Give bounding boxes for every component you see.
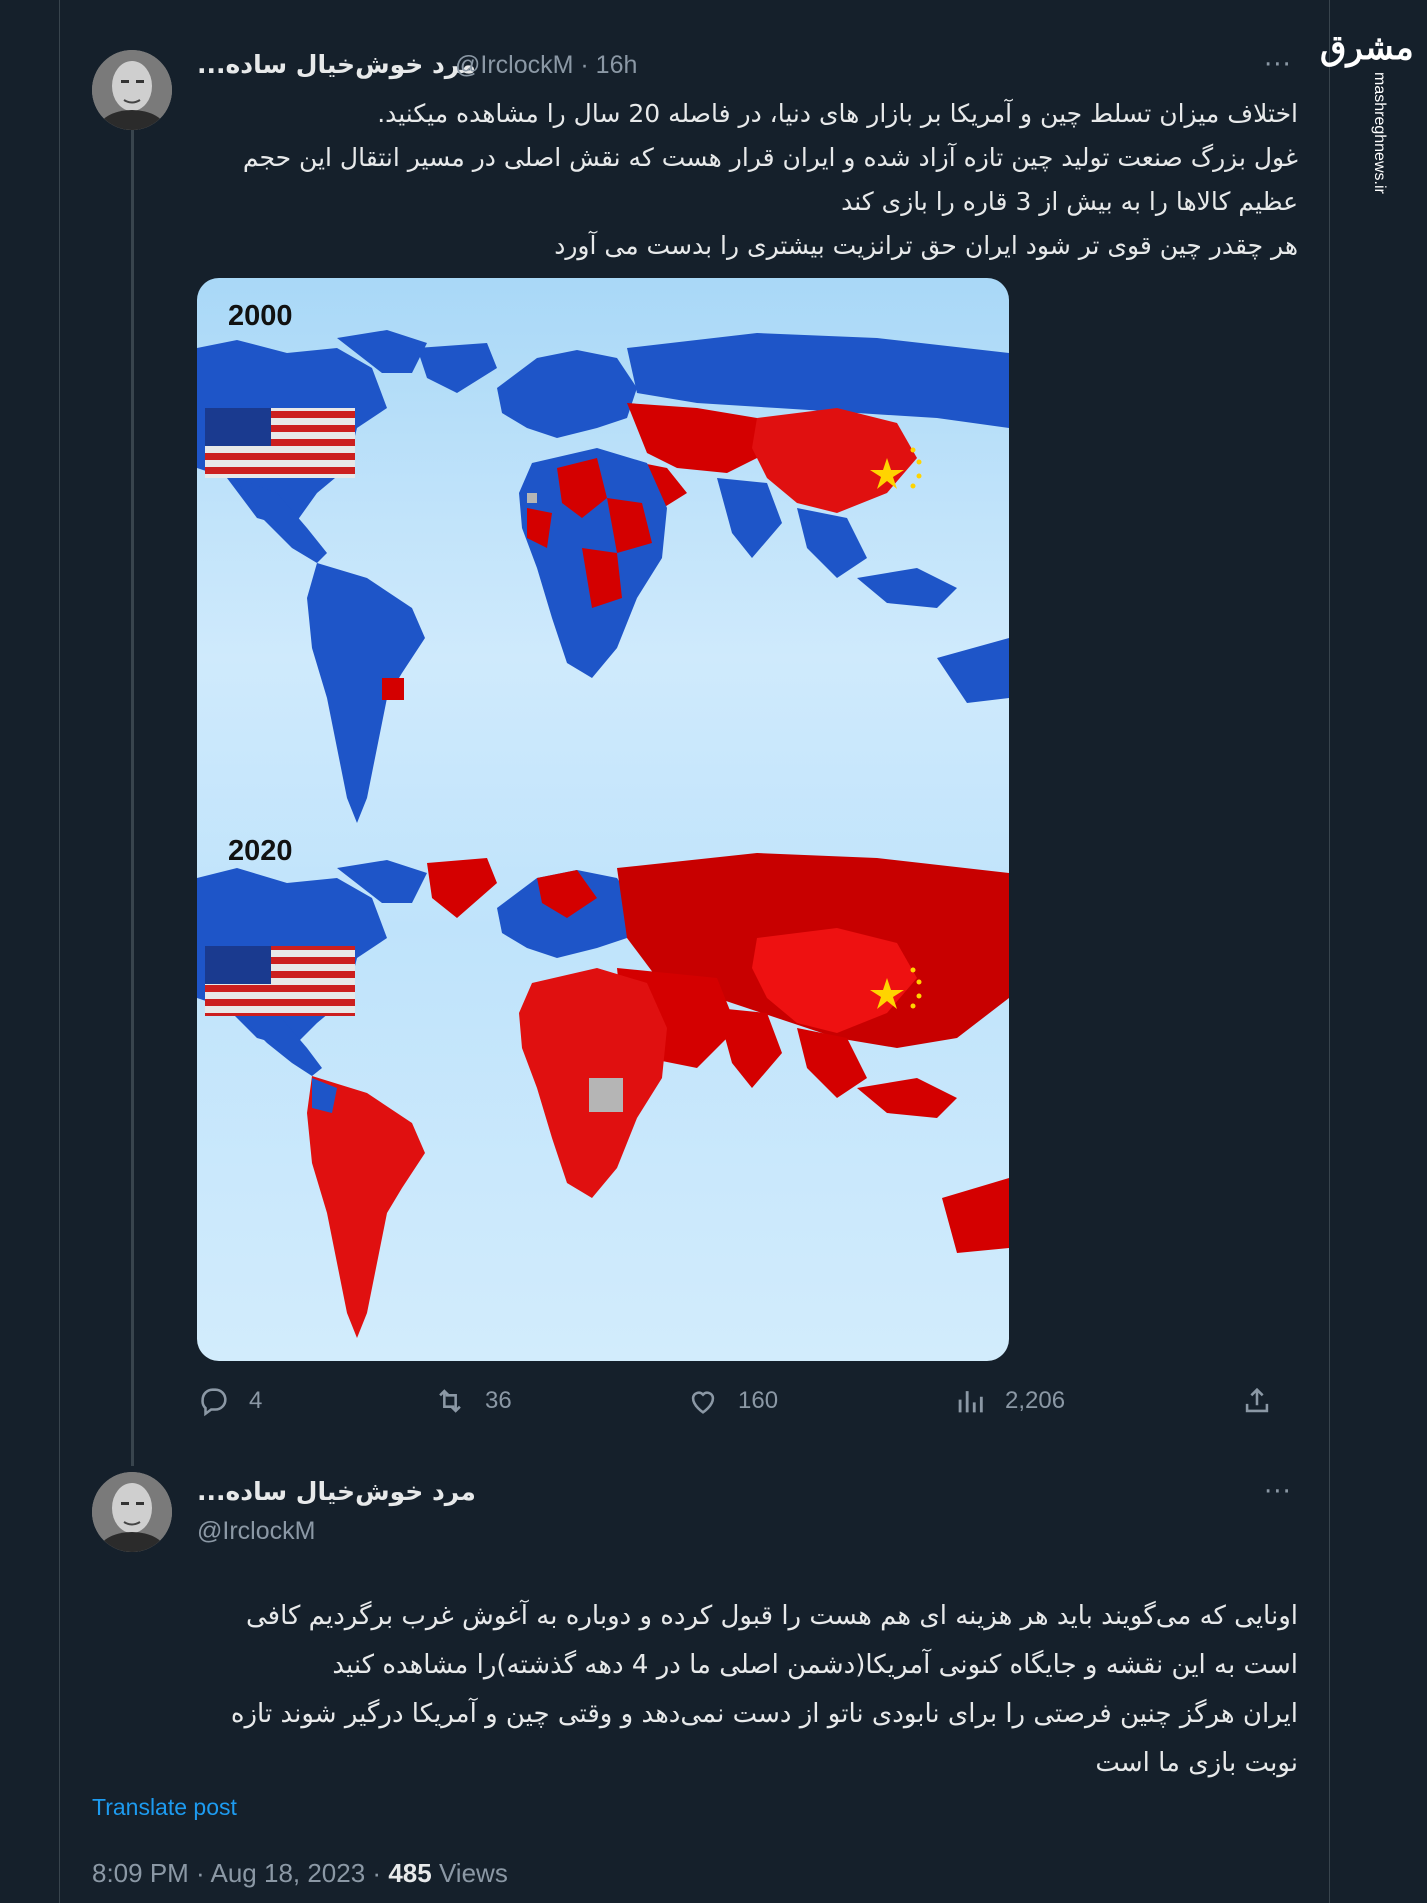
post-text-line: ایران هرگز چنین فرصتی را برای نابودی نات… <box>230 1699 1298 1729</box>
avatar[interactable] <box>92 1472 172 1552</box>
post-text: اونایی که می‌گویند باید هر هزینه ای هم ه… <box>98 1592 1298 1788</box>
author-handle[interactable]: @IrclockM · 16h <box>455 51 637 80</box>
map-illustration <box>197 330 1009 1338</box>
handle-text: @IrclockM <box>455 51 574 79</box>
map-2000 <box>197 330 1009 823</box>
post-text-line: اختلاف میزان تسلط چین و آمریکا بر بازار … <box>377 99 1298 128</box>
timeline-border-right <box>1329 0 1330 1903</box>
reply-count: 4 <box>249 1387 263 1414</box>
more-options-button[interactable]: ··· <box>1264 1477 1292 1507</box>
avatar[interactable] <box>92 50 172 130</box>
post-text-line: هر چقدر چین قوی تر شود ایران حق ترانزیت … <box>554 231 1298 260</box>
map-year-2020: 2020 <box>228 835 293 867</box>
post-actions-bar: 4 36 160 2,206 <box>0 1384 1427 1428</box>
views-count: 2,206 <box>1005 1387 1066 1414</box>
post-text-line: نوبت بازی ما است <box>1095 1748 1298 1778</box>
heart-icon <box>691 1391 715 1414</box>
map-2020 <box>197 853 1009 1338</box>
author-name[interactable]: ...مرد خوش‌خیال ساده <box>197 50 476 79</box>
watermark-site: mashreghnews.ir <box>1371 72 1388 194</box>
repost-button[interactable]: 36 <box>433 1384 512 1418</box>
watermark-logo: مشرق <box>1320 28 1414 68</box>
watermark: مشرق mashreghnews.ir <box>1318 28 1414 198</box>
timeline-border-left <box>59 0 60 1903</box>
post-text-line: غول بزرگ صنعت تولید چین تازه آزاد شده و … <box>242 143 1298 172</box>
translate-post-link[interactable]: Translate post <box>92 1794 237 1821</box>
like-count: 160 <box>738 1387 779 1414</box>
post-text: اختلاف میزان تسلط چین و آمریکا بر بازار … <box>198 92 1298 268</box>
share-icon <box>1245 1387 1269 1413</box>
post-text-line: است به این نقشه و جایگاه کنونی آمریکا(دش… <box>332 1650 1298 1680</box>
author-name[interactable]: ...مرد خوش‌خیال ساده <box>197 1477 476 1506</box>
share-button[interactable] <box>1240 1384 1292 1418</box>
reply-button[interactable]: 4 <box>197 1384 262 1418</box>
analytics-icon <box>958 1391 983 1413</box>
post-timestamp[interactable]: 8:09 PM · Aug 18, 2023 · <box>92 1858 381 1888</box>
post-text-line: اونایی که می‌گویند باید هر هزینه ای هم ه… <box>246 1601 1298 1631</box>
map-year-2000: 2000 <box>228 300 293 332</box>
thread-connector-line <box>131 126 134 1466</box>
views-label: Views <box>438 1858 508 1888</box>
views-button[interactable]: 2,206 <box>953 1384 1065 1418</box>
views-number: 485 <box>388 1858 432 1888</box>
handle-separator: · <box>580 51 589 79</box>
post-metadata: 8:09 PM · Aug 18, 2023 · 485 Views <box>92 1858 508 1889</box>
reply-icon <box>201 1388 227 1417</box>
repost-icon <box>439 1389 461 1413</box>
post-time[interactable]: 16h <box>596 51 638 79</box>
post-text-line: عظیم کالاها را به بیش از 3 قاره را بازی … <box>841 187 1298 216</box>
repost-count: 36 <box>485 1387 512 1414</box>
post-image-world-map[interactable]: 2000 2020 <box>197 278 1009 1361</box>
like-button[interactable]: 160 <box>686 1384 778 1418</box>
author-handle[interactable]: @IrclockM <box>197 1517 315 1546</box>
more-options-button[interactable]: ··· <box>1264 50 1292 80</box>
